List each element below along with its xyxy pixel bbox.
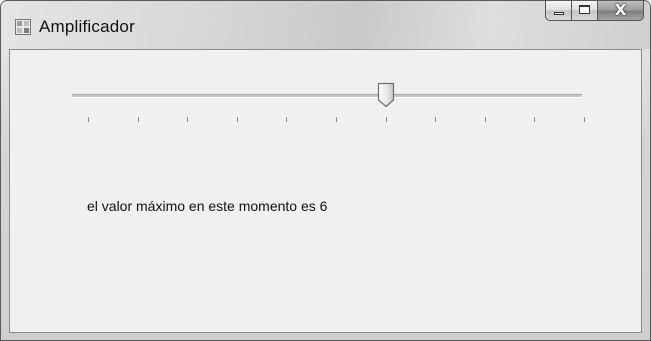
app-window: Amplificador X el valor máximo en este m… (0, 0, 651, 341)
trackbar-tick (534, 117, 536, 122)
maximize-button[interactable] (572, 1, 598, 21)
trackbar-tick (484, 117, 486, 122)
trackbar-tick (584, 117, 585, 122)
close-button[interactable]: X (598, 1, 644, 21)
trackbar-tick (336, 117, 337, 122)
trackbar-tick (385, 117, 387, 122)
max-value-label: el valor máximo en este momento es 6 (87, 198, 328, 214)
trackbar-tick (187, 117, 189, 122)
form-app-icon (15, 19, 31, 35)
trackbar-tick (88, 117, 89, 122)
close-icon: X (614, 1, 627, 19)
maximize-icon (579, 5, 590, 14)
title-bar[interactable]: Amplificador X (1, 1, 650, 49)
minimize-button[interactable] (545, 1, 572, 21)
trackbar-tick (137, 117, 139, 122)
trackbar-track (72, 94, 582, 98)
trackbar-tick (236, 117, 238, 122)
trackbar-tick (435, 117, 437, 122)
trackbar-thumb[interactable] (377, 82, 395, 108)
minimize-icon (554, 12, 564, 15)
window-controls: X (545, 1, 644, 23)
trackbar-tick (286, 117, 288, 122)
window-title: Amplificador (39, 17, 135, 36)
client-area: el valor máximo en este momento es 6 (9, 49, 642, 333)
amplifier-trackbar[interactable] (62, 76, 592, 136)
